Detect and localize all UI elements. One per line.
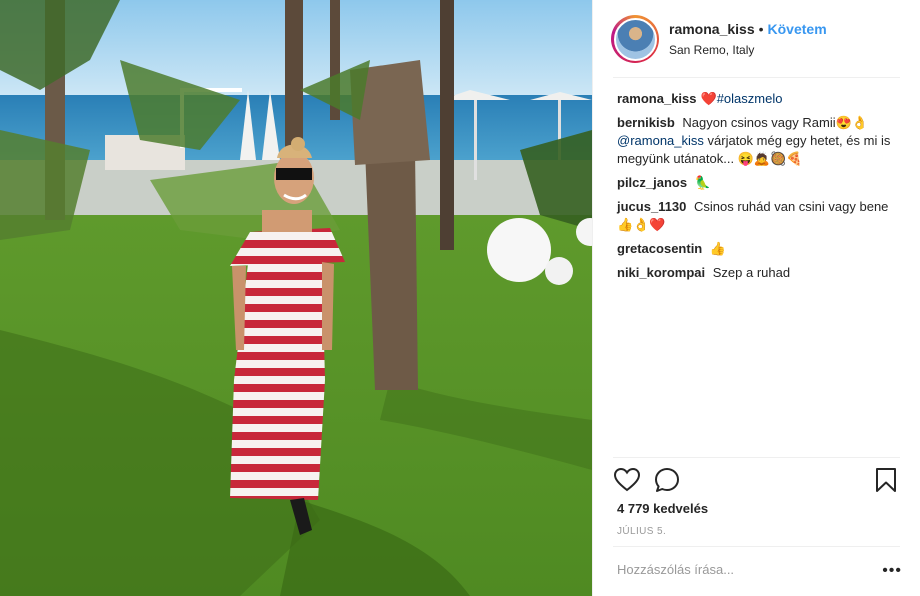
hashtag-link[interactable]: #olaszmelo — [717, 91, 783, 106]
comment-item: niki_korompai Szep a ruhad — [617, 264, 903, 282]
comment-username[interactable]: gretacosentin — [617, 241, 702, 256]
actions-divider — [613, 457, 900, 458]
post-header: ramona_kiss • Követem San Remo, Italy — [593, 0, 920, 78]
comment-username[interactable]: niki_korompai — [617, 265, 705, 280]
comment-username[interactable]: bernikisb — [617, 115, 675, 130]
post-photo[interactable] — [0, 0, 592, 596]
location-link[interactable]: San Remo, Italy — [669, 43, 827, 57]
author-username[interactable]: ramona_kiss — [669, 21, 755, 37]
comment-username[interactable]: jucus_1130 — [617, 199, 686, 214]
heart-icon[interactable] — [613, 466, 641, 494]
likes-count[interactable]: 4 779 kedvelés — [617, 501, 708, 516]
header-text: ramona_kiss • Követem San Remo, Italy — [669, 21, 827, 57]
comment-username[interactable]: pilcz_janos — [617, 175, 687, 190]
post-date[interactable]: JÚLIUS 5. — [617, 526, 666, 537]
follow-button[interactable]: Követem — [768, 21, 827, 37]
comment-item: pilcz_janos 🦜 — [617, 174, 903, 192]
mention-link[interactable]: @ramona_kiss — [617, 133, 704, 148]
avatar-story-ring[interactable] — [611, 15, 659, 63]
beach-garden-photo — [0, 0, 592, 596]
bookmark-icon[interactable] — [872, 466, 900, 494]
post-sidebar: ramona_kiss • Követem San Remo, Italy ra… — [592, 0, 920, 596]
avatar[interactable] — [613, 17, 657, 61]
header-top: ramona_kiss • Követem — [669, 21, 827, 37]
comment-item: gretacosentin 👍 — [617, 240, 903, 258]
caption-username[interactable]: ramona_kiss — [617, 91, 697, 106]
more-options-button[interactable]: ••• — [882, 562, 902, 580]
action-bar — [613, 464, 900, 496]
comment-text: 🦜 — [694, 175, 711, 190]
heart-emoji: ❤️ — [700, 91, 717, 106]
header-separator: • — [758, 21, 764, 37]
comment-item: bernikisb Nagyon csinos vagy Ramii😍👌 @ra… — [617, 114, 903, 168]
caption: ramona_kiss ❤️#olaszmelo — [617, 90, 903, 108]
comment-input-divider — [613, 546, 900, 547]
add-comment-input[interactable]: Hozzászólás írása... — [617, 562, 887, 577]
comment-icon[interactable] — [653, 466, 681, 494]
instagram-post: ramona_kiss • Követem San Remo, Italy ra… — [0, 0, 920, 596]
comments-list: ramona_kiss ❤️#olaszmelo bernikisb Nagyon… — [617, 90, 903, 288]
comment-text: Nagyon csinos vagy Ramii😍👌 — [682, 115, 868, 130]
header-divider — [613, 77, 900, 78]
comment-text: Szep a ruhad — [712, 265, 791, 280]
comment-text: 👍 — [709, 241, 727, 256]
comment-item: jucus_1130 Csinos ruhád van csini vagy b… — [617, 198, 903, 234]
